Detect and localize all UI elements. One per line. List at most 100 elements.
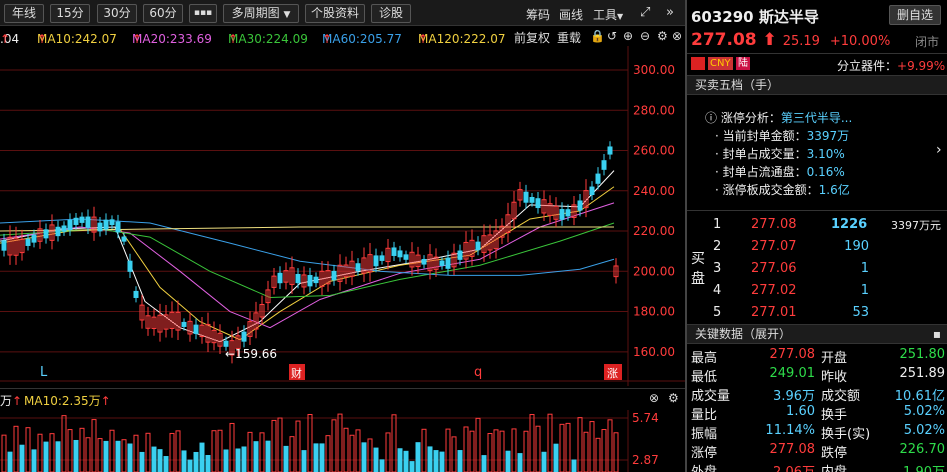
key-data-row: 涨停 277.08 跌停 226.70 — [687, 442, 947, 461]
adjust-button[interactable]: 前复权 — [514, 29, 550, 46]
key-value: 1.90万 — [903, 461, 945, 472]
key-label: 振幅 — [691, 427, 718, 442]
key-label: 最低 — [691, 370, 718, 385]
arrow-up-icon: ⬆ — [762, 30, 777, 50]
market-status: 闭市 — [915, 35, 940, 49]
bid-row[interactable]: 1 277.08 1226 3397万元 — [687, 217, 947, 237]
bid-row[interactable]: 4 277.02 1 — [687, 283, 947, 303]
bid-price: 277.07 — [751, 239, 797, 254]
key-label: 开盘 — [821, 351, 848, 366]
key-label: 涨停 — [691, 446, 718, 461]
key-value: 5.02% — [903, 423, 945, 438]
price-tick: 200.00 — [633, 264, 675, 278]
key-label: 量比 — [691, 408, 718, 423]
key-value: 11.14% — [765, 423, 815, 438]
key-data-row: 振幅 11.14% 换手(实) 5.02% — [687, 423, 947, 442]
overlay-button[interactable]: 重载 — [557, 29, 581, 46]
order-book-header[interactable]: 买卖五档（手） — [687, 75, 947, 95]
expand-icon[interactable]: ▪ — [933, 325, 941, 343]
settings-icon[interactable]: ⚙ — [657, 29, 668, 43]
chip-button[interactable]: 筹码 — [526, 6, 550, 23]
cai-marker: 财 — [291, 366, 302, 380]
key-value: 251.80 — [899, 347, 946, 362]
lock-icon[interactable]: 🔒 — [590, 29, 605, 43]
bid-qty: 190 — [844, 239, 869, 254]
bid-amount: 3397万元 — [891, 219, 941, 232]
price-axis: 300.00 280.00 260.00 240.00 220.00 200.00 180.… — [633, 63, 675, 359]
period-60min-button[interactable]: 60分 — [143, 4, 183, 23]
bid-level: 4 — [713, 283, 722, 298]
bid-row[interactable]: 3 277.06 1 — [687, 261, 947, 281]
multi-period-dropdown[interactable]: 多周期图 ▼ — [223, 4, 299, 23]
bid-qty: 1 — [860, 261, 869, 276]
draw-line-button[interactable]: 画线 — [559, 6, 583, 23]
ma-indicator-line: .04 ↑ MA10:242.07 ↑ MA20:233.69 ↑ MA30:224.… — [0, 29, 683, 46]
chevron-right-icon[interactable]: › — [936, 142, 942, 158]
key-data-row: 外盘 2.06万内盘 1.90万 — [687, 461, 947, 472]
limit-analysis[interactable]: ⓘ 涨停分析：第三代半导... — [705, 109, 852, 126]
key-value: 277.08 — [769, 442, 816, 457]
candles — [1, 141, 619, 364]
volume-bars — [1, 413, 619, 472]
close-icon[interactable]: ⊗ — [672, 29, 682, 43]
low-price-marker: ←159.66 — [225, 347, 277, 361]
volume-label: 万↑ — [0, 394, 23, 408]
bid-row[interactable]: 5 277.01 53 — [687, 305, 947, 325]
key-value: 10.61亿 — [894, 389, 945, 404]
more-periods-button[interactable]: ▪▪▪ — [189, 4, 217, 23]
bid-price: 277.02 — [751, 283, 797, 298]
key-value: 2.06万 — [773, 461, 815, 472]
period-15min-button[interactable]: 15分 — [50, 4, 90, 23]
remove-watchlist-button[interactable]: 删自选 — [889, 5, 941, 25]
chart-toolbar: 年线 15分 30分 60分 ▪▪▪ 多周期图 ▼ 个股资料 诊股 筹码 画线 … — [0, 0, 685, 26]
key-label: 内盘 — [821, 461, 847, 472]
bid-level: 1 — [713, 217, 722, 232]
stock-info-button[interactable]: 个股资料 — [305, 4, 365, 23]
volume-axis-mid: 2.87 — [632, 453, 659, 467]
tools-dropdown[interactable]: 工具▼ — [593, 6, 623, 23]
connect-tag: 陆 — [736, 57, 750, 70]
tag-row: CNY 陆 分立器件：+9.99% — [687, 53, 947, 73]
price-tick: 180.00 — [633, 305, 675, 319]
key-label: 成交量 — [691, 389, 731, 404]
stock-title: 603290 斯达半导 — [691, 8, 819, 26]
period-30min-button[interactable]: 30分 — [97, 4, 137, 23]
bid-row[interactable]: 2 277.07 190 — [687, 239, 947, 259]
board-label[interactable]: 分立器件：+9.99% — [837, 57, 945, 74]
settings-icon[interactable]: ⚙ — [668, 391, 679, 405]
key-label: 换手(实) — [821, 427, 871, 442]
multi-period-label: 多周期图 — [231, 6, 280, 20]
undo-icon[interactable]: ↺ — [607, 29, 617, 43]
key-data-row: 量比 1.60 换手 5.02% — [687, 404, 947, 423]
key-label: 跌停 — [821, 446, 848, 461]
diagnose-button[interactable]: 诊股 — [371, 4, 411, 23]
candlestick-chart[interactable]: 300.00 280.00 260.00 240.00 220.00 200.00 180.… — [0, 46, 685, 386]
key-value: 3.96万 — [773, 389, 815, 404]
price-grid — [0, 46, 685, 386]
chevron-down-icon: ▼ — [617, 12, 624, 21]
price-tick: 220.00 — [633, 224, 675, 238]
fullscreen-icon[interactable]: ⤢ — [640, 5, 650, 20]
bid-level: 2 — [713, 239, 722, 254]
zoom-in-icon[interactable]: ⊕ — [623, 29, 633, 43]
key-value: 251.89 — [899, 366, 946, 381]
limit-detail-item: · 封单占成交量：3.10% — [715, 147, 845, 161]
close-icon[interactable]: ⊗ — [649, 391, 659, 405]
key-label: 最高 — [691, 351, 718, 366]
key-value: 5.02% — [903, 404, 945, 419]
key-data-header[interactable]: 关键数据（展开） ▪ — [687, 324, 947, 344]
limit-detail-item: · 当前封单金额：3397万 — [715, 129, 850, 143]
q-marker: q — [474, 365, 482, 380]
zoom-out-icon[interactable]: ⊖ — [640, 29, 650, 43]
key-value: 277.08 — [769, 347, 816, 362]
volume-header: 万↑ MA10:2.35万↑ ⊗ ⚙ — [0, 388, 685, 410]
bid-qty: 53 — [852, 305, 869, 320]
bid-qty: 1 — [860, 283, 869, 298]
quote-panel: 603290 斯达半导 删自选 277.08 ⬆ 25.19 +10.00% 闭… — [685, 0, 947, 472]
key-value: 249.01 — [769, 366, 816, 381]
volume-chart[interactable]: 5.74 2.87 — [0, 410, 685, 472]
collapse-icon[interactable]: » — [666, 5, 674, 20]
period-year-button[interactable]: 年线 — [4, 4, 44, 23]
bid-level: 3 — [713, 261, 722, 276]
limit-detail-item: · 封单占流通盘：0.16% — [715, 165, 845, 179]
